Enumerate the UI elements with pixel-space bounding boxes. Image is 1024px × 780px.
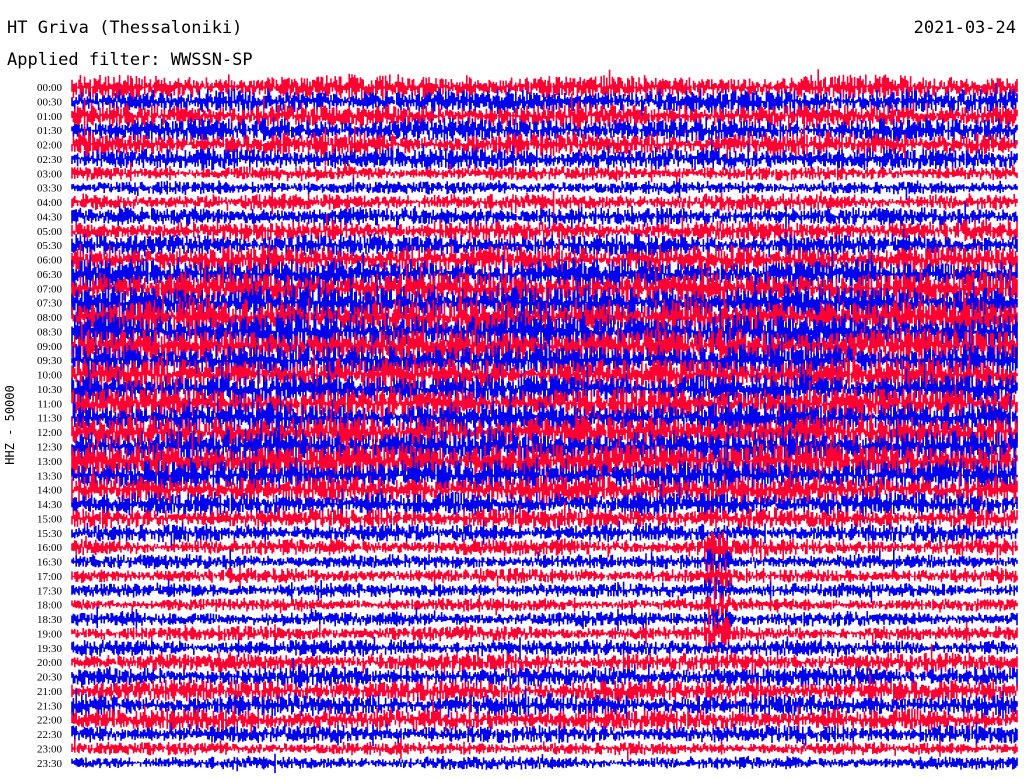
time-tick-label: 11:00 — [37, 398, 62, 410]
time-tick-label: 17:00 — [37, 571, 63, 583]
time-tick-label: 06:30 — [37, 269, 63, 281]
time-tick-label: 00:30 — [37, 96, 63, 108]
time-tick-label: 19:30 — [37, 643, 63, 655]
time-tick-label: 07:00 — [37, 283, 63, 295]
time-tick-label: 15:00 — [37, 513, 63, 525]
time-tick-label: 09:00 — [37, 341, 63, 353]
time-tick-label: 16:30 — [37, 557, 63, 569]
time-tick-label: 17:30 — [37, 585, 63, 597]
time-tick-label: 15:30 — [37, 528, 63, 540]
time-tick-label: 00:00 — [37, 82, 63, 94]
time-tick-label: 02:00 — [37, 140, 63, 152]
time-tick-label: 11:30 — [37, 413, 62, 425]
time-tick-label: 08:00 — [37, 312, 63, 324]
time-tick-label: 20:00 — [37, 657, 63, 669]
time-tick-label: 18:30 — [37, 614, 63, 626]
time-tick-label: 13:30 — [37, 470, 63, 482]
seismic-trace — [71, 753, 1018, 774]
time-tick-label: 14:00 — [37, 485, 63, 497]
time-tick-label: 22:30 — [37, 729, 63, 741]
time-tick-label: 05:00 — [37, 226, 63, 238]
trace-group — [71, 69, 1018, 774]
time-tick-label: 04:00 — [37, 197, 63, 209]
time-tick-label: 04:30 — [37, 211, 63, 223]
time-tick-label: 05:30 — [37, 240, 63, 252]
time-tick-label: 12:00 — [37, 427, 63, 439]
time-tick-label: 12:30 — [37, 442, 63, 454]
time-tick-label: 02:30 — [37, 154, 63, 166]
time-tick-label: 09:30 — [37, 355, 63, 367]
time-tick-label: 19:00 — [37, 628, 63, 640]
time-tick-label: 21:00 — [37, 686, 63, 698]
time-tick-label: 13:00 — [37, 456, 63, 468]
time-tick-label: 16:00 — [37, 542, 63, 554]
time-tick-label: 07:30 — [37, 298, 63, 310]
time-tick-labels: 00:00 00:30 01:00 01:30 02:00 02:30 03:00 03:30… — [37, 82, 63, 770]
time-tick-label: 06:00 — [37, 255, 63, 267]
time-tick-label: 10:30 — [37, 384, 63, 396]
time-tick-label: 01:30 — [37, 125, 63, 137]
time-tick-label: 20:30 — [37, 672, 63, 684]
time-tick-label: 03:30 — [37, 183, 63, 195]
time-tick-label: 03:00 — [37, 168, 63, 180]
time-tick-label: 22:00 — [37, 715, 63, 727]
time-tick-label: 21:30 — [37, 700, 63, 712]
time-tick-label: 23:30 — [37, 758, 63, 770]
time-tick-label: 14:30 — [37, 499, 63, 511]
time-tick-label: 23:00 — [37, 743, 63, 755]
helicorder-plot: 00:00 00:30 01:00 01:30 02:00 02:30 03:00 03:30… — [37, 69, 1018, 774]
time-tick-label: 10:00 — [37, 370, 63, 382]
time-tick-label: 08:30 — [37, 326, 63, 338]
time-tick-label: 18:00 — [37, 600, 63, 612]
time-tick-label: 01:00 — [37, 111, 63, 123]
